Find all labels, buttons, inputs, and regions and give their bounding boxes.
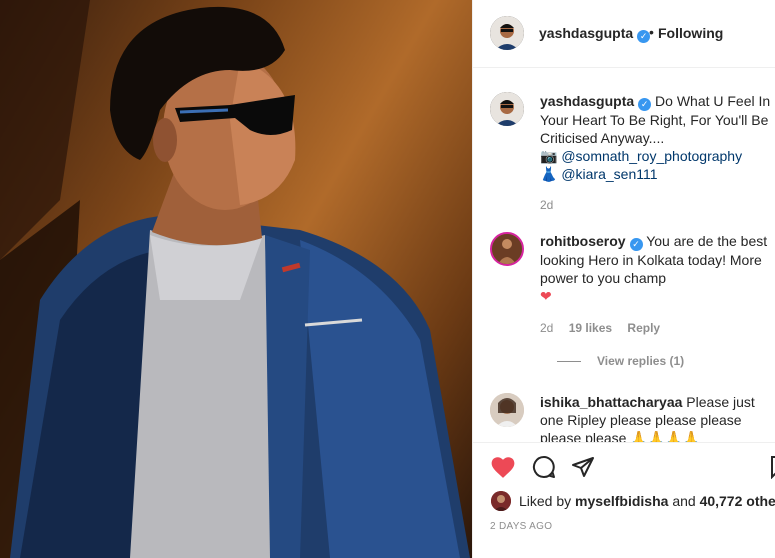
liker-avatar[interactable] (491, 491, 511, 511)
post-header: yashdasgupta ✓ • Following (473, 0, 775, 68)
caption-author-avatar[interactable] (490, 92, 524, 126)
verified-badge-icon: ✓ (638, 98, 652, 111)
commenter-avatar-image (492, 234, 522, 264)
caption-time[interactable]: 2d (540, 198, 553, 212)
caption-avatar-image (490, 92, 524, 126)
commenter-avatar[interactable] (490, 232, 524, 266)
caption-author[interactable]: yashdasgupta (540, 93, 634, 109)
author-avatar-image (490, 16, 524, 50)
mention-photographer[interactable]: @somnath_roy_photography (561, 148, 742, 164)
comment-body-part1: You are de (646, 233, 714, 249)
like-heart-svg (491, 457, 515, 478)
author-username[interactable]: yashdasgupta ✓ (539, 25, 651, 43)
camera-icon: 📷 (540, 148, 558, 164)
comments-list[interactable]: yashdasgupta ✓ Do What U Feel In Your Hea… (473, 69, 775, 442)
comment-likes[interactable]: 19 likes (569, 321, 612, 335)
comment-text: rohitboseroy ✓ You are de the best lookin… (540, 232, 775, 305)
likes-summary: Liked by myselfbidisha and 40,772 others (491, 491, 775, 511)
view-replies-button[interactable]: View replies (1) (557, 354, 684, 368)
post-side-panel: yashdasgupta ✓ • Following yashdasgupta ✓ … (472, 0, 775, 558)
share-icon[interactable] (570, 455, 596, 482)
comment-time[interactable]: 2d (540, 321, 553, 335)
save-bookmark-svg (771, 456, 775, 480)
comment-author[interactable]: rohitboseroy (540, 233, 626, 249)
reply-button[interactable]: Reply (627, 321, 660, 335)
comment-icon[interactable] (531, 455, 557, 482)
comment-bubble-svg (532, 455, 555, 478)
separator-dot: • (649, 24, 654, 40)
liked-by-user[interactable]: myselfbidisha (575, 493, 668, 509)
caption-meta: 2d (540, 198, 565, 212)
red-heart-emoji: ❤ (540, 288, 552, 304)
share-plane-svg (572, 457, 594, 477)
comment-text: ishika_bhattacharyaa Please just one Rip… (540, 393, 775, 442)
author-avatar[interactable] (490, 16, 524, 50)
mention-stylist[interactable]: @kiara_sen111 (561, 166, 657, 182)
bookmark-icon[interactable] (771, 455, 775, 482)
dress-icon: 👗 (540, 166, 558, 182)
liker-avatar-image (491, 491, 511, 511)
post-image[interactable] (0, 0, 472, 558)
comment-author[interactable]: ishika_bhattacharyaa (540, 394, 682, 410)
post-date[interactable]: 2 DAYS AGO (490, 521, 552, 532)
view-replies-label: View replies (1) (597, 354, 685, 368)
heart-icon[interactable] (490, 455, 516, 482)
liked-by-prefix: Liked by (519, 493, 572, 509)
commenter-avatar-image (490, 393, 524, 427)
post-actions: Liked by myselfbidisha and 40,772 others… (473, 442, 775, 558)
liked-by-count[interactable]: 40,772 others (700, 493, 775, 509)
liked-by-and: and (672, 493, 696, 509)
caption-text: yashdasgupta ✓ Do What U Feel In Your Hea… (540, 92, 775, 183)
commenter-avatar[interactable] (490, 393, 524, 427)
post-photo-illustration (0, 0, 470, 558)
comment-meta: 2d 19 likes Reply (540, 321, 672, 335)
verified-badge-icon: ✓ (629, 238, 643, 251)
replies-divider (557, 361, 581, 363)
following-button[interactable]: Following (658, 25, 723, 41)
